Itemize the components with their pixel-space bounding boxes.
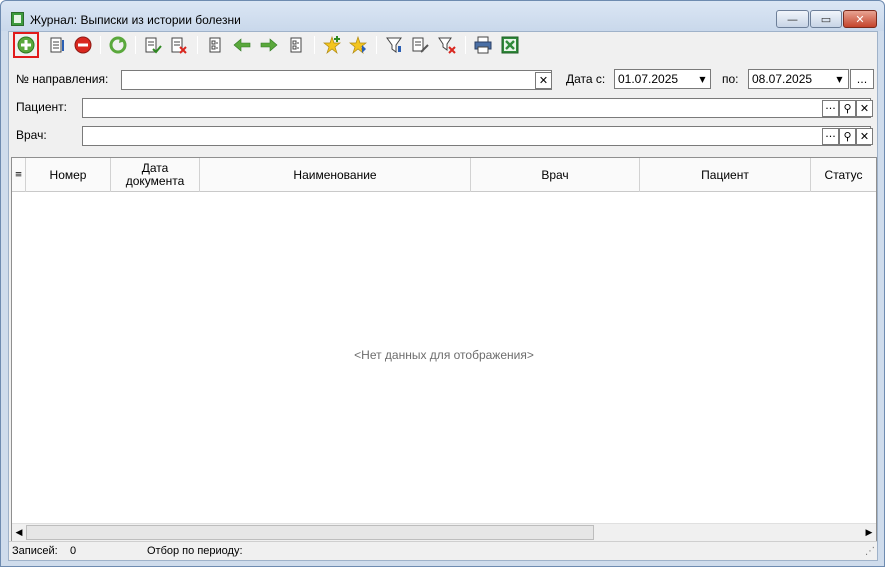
date-to-dropdown[interactable]: ▼	[831, 71, 848, 88]
move-left-doc-icon	[209, 37, 221, 53]
date-from-label: Дата с:	[566, 72, 606, 86]
column-header-name[interactable]: Наименование	[200, 158, 471, 192]
period-button[interactable]: ...	[850, 69, 874, 89]
status-bar: Записей: 0 Отбор по периоду: ⋰	[9, 541, 877, 560]
patient-select-button[interactable]: ···	[822, 100, 839, 117]
period-filter-label: Отбор по периоду:	[147, 545, 243, 557]
scroll-left-icon[interactable]: ◀	[12, 526, 26, 540]
empty-message: <Нет данных для отображения>	[354, 348, 534, 362]
add-icon	[17, 36, 35, 54]
refresh-icon	[109, 36, 127, 54]
chevron-down-icon: ▼	[836, 74, 843, 84]
date-from-dropdown[interactable]: ▼	[694, 71, 711, 88]
scroll-right-icon[interactable]: ▶	[862, 526, 876, 540]
records-label: Записей:	[12, 545, 58, 557]
favorite-add-icon	[323, 36, 341, 54]
reject-icon	[171, 37, 187, 54]
patient-search-button[interactable]: ⚲	[839, 100, 856, 117]
add-button[interactable]	[13, 32, 39, 58]
chevron-down-icon: ▼	[699, 74, 706, 84]
app-window: Журнал: Выписки из истории болезни — ▭ ✕	[0, 0, 885, 567]
date-to-label: по:	[722, 72, 739, 86]
move-right-doc-button[interactable]	[285, 34, 307, 56]
horizontal-scrollbar[interactable]: ◀ ▶	[12, 523, 876, 541]
clear-icon: ✕	[859, 102, 870, 115]
patient-input[interactable]	[82, 98, 871, 118]
filter-edit-button[interactable]	[409, 34, 431, 56]
approve-button[interactable]	[142, 34, 164, 56]
window-title: Журнал: Выписки из истории болезни	[30, 13, 241, 27]
search-icon: ⚲	[843, 102, 852, 115]
reject-button[interactable]	[168, 34, 190, 56]
filter-button[interactable]	[383, 34, 405, 56]
column-header-date[interactable]: Дата документа	[111, 158, 200, 192]
filter-clear-button[interactable]	[436, 34, 458, 56]
date-to-value: 08.07.2025	[752, 72, 813, 86]
favorite-add-button[interactable]	[321, 34, 343, 56]
print-button[interactable]	[472, 34, 494, 56]
arrow-right-button[interactable]	[258, 34, 280, 56]
delete-icon	[74, 36, 92, 54]
dots-icon: ···	[825, 130, 836, 143]
arrow-left-icon	[233, 38, 251, 52]
patient-clear-button[interactable]: ✕	[856, 100, 873, 117]
favorite-button[interactable]	[347, 34, 369, 56]
move-right-doc-icon	[290, 37, 302, 53]
direction-clear-button[interactable]: ✕	[535, 72, 552, 89]
doctor-select-button[interactable]: ···	[822, 128, 839, 145]
doctor-clear-button[interactable]: ✕	[856, 128, 873, 145]
edit-icon	[50, 37, 64, 53]
ellipsis-icon: ...	[856, 72, 868, 86]
maximize-button[interactable]: ▭	[810, 10, 842, 28]
patient-label: Пациент:	[16, 100, 68, 114]
filter-edit-icon	[412, 37, 429, 53]
excel-icon	[501, 36, 519, 54]
dots-icon: ···	[825, 102, 836, 115]
edit-button[interactable]	[46, 34, 68, 56]
approve-icon	[145, 37, 162, 54]
filter-clear-icon	[438, 37, 456, 54]
scroll-thumb[interactable]	[26, 525, 594, 540]
clear-icon: ✕	[538, 74, 549, 87]
excel-export-button[interactable]	[499, 34, 521, 56]
data-grid[interactable]: ≡ Номер Дата документа Наименование Врач…	[11, 157, 877, 542]
maximize-icon: ▭	[820, 12, 832, 26]
column-header-doctor[interactable]: Врач	[471, 158, 640, 192]
column-header-status[interactable]: Статус	[811, 158, 876, 192]
minimize-icon: —	[787, 12, 798, 26]
column-header-number[interactable]: Номер	[26, 158, 111, 192]
column-chooser-button[interactable]: ≡	[12, 158, 26, 192]
print-icon	[474, 36, 492, 54]
refresh-button[interactable]	[107, 34, 129, 56]
doctor-search-button[interactable]: ⚲	[839, 128, 856, 145]
doctor-label: Врач:	[16, 128, 47, 142]
date-from-value: 01.07.2025	[618, 72, 679, 86]
filter-icon	[386, 37, 402, 53]
toolbar	[9, 32, 877, 60]
move-left-doc-button[interactable]	[204, 34, 226, 56]
minimize-button[interactable]: —	[776, 10, 809, 28]
doctor-input[interactable]	[82, 126, 871, 146]
delete-button[interactable]	[72, 34, 94, 56]
direction-label: № направления:	[16, 72, 109, 86]
clear-icon: ✕	[859, 130, 870, 143]
app-icon	[11, 12, 24, 26]
direction-input[interactable]	[121, 70, 552, 90]
title-bar[interactable]: Журнал: Выписки из истории болезни — ▭ ✕	[1, 1, 884, 31]
column-header-patient[interactable]: Пациент	[640, 158, 811, 192]
arrow-right-icon	[260, 38, 278, 52]
grid-header: ≡ Номер Дата документа Наименование Врач…	[12, 158, 876, 192]
search-icon: ⚲	[843, 130, 852, 143]
client-area: № направления: ✕ Дата с: 01.07.2025 ▼ по…	[8, 31, 878, 561]
close-button[interactable]: ✕	[843, 10, 877, 28]
records-count: 0	[70, 545, 77, 557]
arrow-left-button[interactable]	[231, 34, 253, 56]
column-chooser-icon: ≡	[14, 169, 23, 180]
close-icon: ✕	[855, 12, 865, 26]
resize-grip-icon[interactable]: ⋰	[865, 546, 875, 557]
favorite-icon	[349, 36, 367, 54]
